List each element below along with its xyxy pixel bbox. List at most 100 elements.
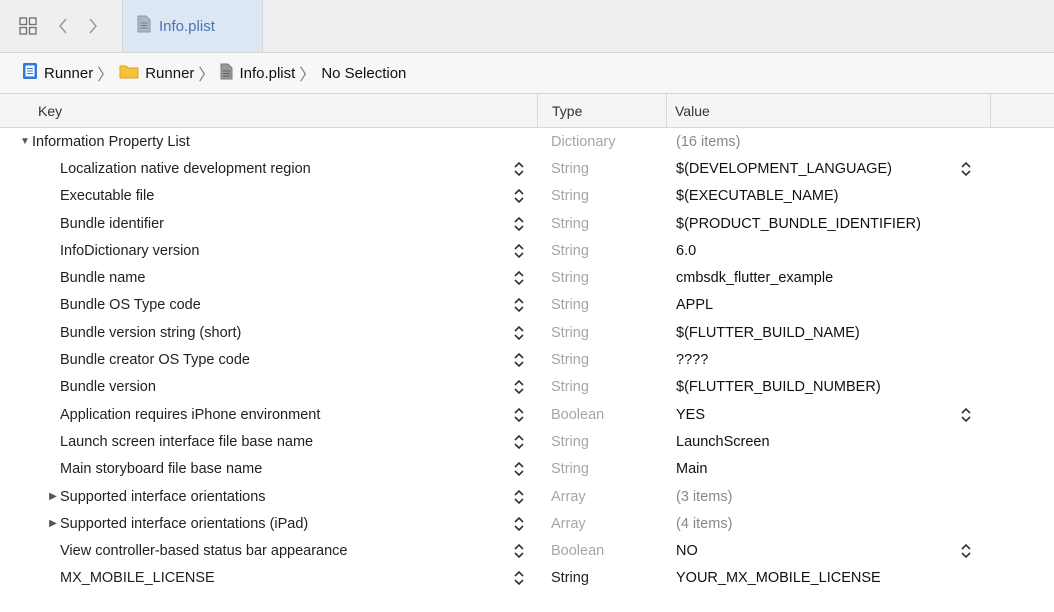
key-picker-stepper-icon[interactable] xyxy=(512,160,526,178)
table-row[interactable]: Executable file String $(EXECUTABLE_NAME) xyxy=(0,183,1054,210)
disclosure-collapsed-icon[interactable]: ▶ xyxy=(46,518,60,529)
row-key: InfoDictionary version xyxy=(60,242,200,259)
row-type[interactable]: String xyxy=(538,297,667,313)
row-type[interactable]: String xyxy=(538,379,667,395)
row-value-cell[interactable]: NO xyxy=(667,543,997,559)
row-type[interactable]: String xyxy=(538,570,667,586)
row-type[interactable]: String xyxy=(538,352,667,368)
value-picker-stepper-icon[interactable] xyxy=(959,406,973,424)
key-picker-stepper-icon[interactable] xyxy=(512,460,526,478)
forward-arrow-icon[interactable] xyxy=(78,0,108,52)
row-value-cell[interactable]: $(FLUTTER_BUILD_NAME) xyxy=(667,325,997,341)
breadcrumb-selection[interactable]: No Selection xyxy=(321,65,406,82)
row-key: Information Property List xyxy=(32,133,190,150)
key-picker-stepper-icon[interactable] xyxy=(512,296,526,314)
row-type[interactable]: String xyxy=(538,270,667,286)
row-value: (4 items) xyxy=(676,515,733,532)
row-value-cell[interactable]: (3 items) xyxy=(667,489,997,505)
row-value-cell[interactable]: (4 items) xyxy=(667,516,997,532)
row-type[interactable]: Array xyxy=(538,489,667,505)
row-value-cell[interactable]: APPL xyxy=(667,297,997,313)
row-type[interactable]: String xyxy=(538,461,667,477)
table-row[interactable]: ▶ Supported interface orientations (iPad)… xyxy=(0,510,1054,537)
key-picker-stepper-icon[interactable] xyxy=(512,269,526,287)
chevron-right-icon: 〉 xyxy=(198,67,215,84)
row-value-cell[interactable]: ???? xyxy=(667,352,997,368)
row-type[interactable]: String xyxy=(538,216,667,232)
tab-info-plist[interactable]: Info.plist xyxy=(122,0,263,52)
row-type[interactable]: Boolean xyxy=(538,543,667,559)
breadcrumb-project[interactable]: Runner 〉 xyxy=(22,61,119,85)
row-key: Launch screen interface file base name xyxy=(60,433,314,450)
column-header-type[interactable]: Type xyxy=(538,94,667,127)
key-picker-stepper-icon[interactable] xyxy=(512,215,526,233)
key-picker-stepper-icon[interactable] xyxy=(512,187,526,205)
key-cell: ▼ Information Property List xyxy=(0,134,538,150)
back-arrow-icon[interactable] xyxy=(48,0,78,52)
table-row[interactable]: Launch screen interface file base name St… xyxy=(0,428,1054,455)
row-value-cell[interactable]: $(FLUTTER_BUILD_NUMBER) xyxy=(667,379,997,395)
table-row[interactable]: Application requires iPhone environment B… xyxy=(0,401,1054,428)
row-type[interactable]: String xyxy=(538,434,667,450)
row-value-cell[interactable]: 6.0 xyxy=(667,243,997,259)
table-row[interactable]: Bundle creator OS Type code String???? xyxy=(0,346,1054,373)
key-picker-stepper-icon[interactable] xyxy=(512,542,526,560)
key-picker-stepper-icon[interactable] xyxy=(512,569,526,587)
disclosure-collapsed-icon[interactable]: ▶ xyxy=(46,491,60,502)
table-row[interactable]: Bundle version string (short) String $(FLU… xyxy=(0,319,1054,346)
row-value-cell[interactable]: Main xyxy=(667,461,997,477)
row-value: ???? xyxy=(676,352,709,369)
related-items-icon[interactable] xyxy=(8,0,48,52)
table-row[interactable]: MX_MOBILE_LICENSE String YOUR_MX_MOBILE_LI… xyxy=(0,565,1054,592)
breadcrumb-file[interactable]: Info.plist 〉 xyxy=(220,61,321,85)
row-type[interactable]: String xyxy=(538,161,667,177)
key-picker-stepper-icon[interactable] xyxy=(512,351,526,369)
row-type[interactable]: Array xyxy=(538,516,667,532)
breadcrumb-folder[interactable]: Runner 〉 xyxy=(119,61,220,85)
key-picker-stepper-icon[interactable] xyxy=(512,433,526,451)
key-picker-stepper-icon[interactable] xyxy=(512,406,526,424)
table-row[interactable]: Bundle identifier String $(PRODUCT_BUNDLE_… xyxy=(0,210,1054,237)
row-value: (3 items) xyxy=(676,488,733,505)
breadcrumb-label: Info.plist xyxy=(239,64,296,82)
table-row[interactable]: ▶ Supported interface orientations Array (3… xyxy=(0,483,1054,510)
key-cell: View controller-based status bar appeara… xyxy=(0,543,538,559)
disclosure-expanded-icon[interactable]: ▼ xyxy=(18,136,32,147)
value-picker-stepper-icon[interactable] xyxy=(959,160,973,178)
row-type[interactable]: String xyxy=(538,325,667,341)
row-value-cell[interactable]: $(EXECUTABLE_NAME) xyxy=(667,188,997,204)
row-value-cell[interactable]: $(PRODUCT_BUNDLE_IDENTIFIER) xyxy=(667,216,997,232)
row-value-cell[interactable]: cmbsdk_flutter_example xyxy=(667,270,997,286)
row-type[interactable]: String xyxy=(538,243,667,259)
row-value-cell[interactable]: $(DEVELOPMENT_LANGUAGE) xyxy=(667,161,997,177)
key-picker-stepper-icon[interactable] xyxy=(512,488,526,506)
table-row-root[interactable]: ▼ Information Property List Dictionary (… xyxy=(0,128,1054,155)
row-value-cell[interactable]: LaunchScreen xyxy=(667,434,997,450)
folder-icon xyxy=(119,63,139,83)
row-value: 6.0 xyxy=(676,242,697,259)
table-row[interactable]: Bundle OS Type code String APPL xyxy=(0,292,1054,319)
key-picker-stepper-icon[interactable] xyxy=(512,378,526,396)
row-key: Supported interface orientations xyxy=(60,488,266,505)
column-header-key[interactable]: Key xyxy=(0,94,538,127)
table-row[interactable]: Localization native development region St… xyxy=(0,155,1054,182)
key-picker-stepper-icon[interactable] xyxy=(512,242,526,260)
key-picker-stepper-icon[interactable] xyxy=(512,324,526,342)
row-value-cell[interactable]: YES xyxy=(667,407,997,423)
breadcrumb-label: Runner xyxy=(44,64,94,82)
column-header-value[interactable]: Value xyxy=(667,94,991,127)
key-cell: ▶ Supported interface orientations (iPad) xyxy=(0,516,538,532)
row-key: Bundle version string (short) xyxy=(60,324,242,341)
key-cell: Bundle OS Type code xyxy=(0,297,538,313)
row-key: Bundle creator OS Type code xyxy=(60,352,250,369)
value-picker-stepper-icon[interactable] xyxy=(959,542,973,560)
table-row[interactable]: InfoDictionary version String 6.0 xyxy=(0,237,1054,264)
table-row[interactable]: Main storyboard file base name String Main xyxy=(0,456,1054,483)
table-row[interactable]: Bundle name String cmbsdk_flutter_example xyxy=(0,264,1054,291)
row-type[interactable]: String xyxy=(538,188,667,204)
table-row[interactable]: Bundle version String $(FLUTTER_BUILD_NUMB… xyxy=(0,374,1054,401)
row-value-cell[interactable]: YOUR_MX_MOBILE_LICENSE xyxy=(667,570,997,586)
key-picker-stepper-icon[interactable] xyxy=(512,515,526,533)
table-row[interactable]: View controller-based status bar appeara… xyxy=(0,537,1054,564)
row-type[interactable]: Boolean xyxy=(538,407,667,423)
